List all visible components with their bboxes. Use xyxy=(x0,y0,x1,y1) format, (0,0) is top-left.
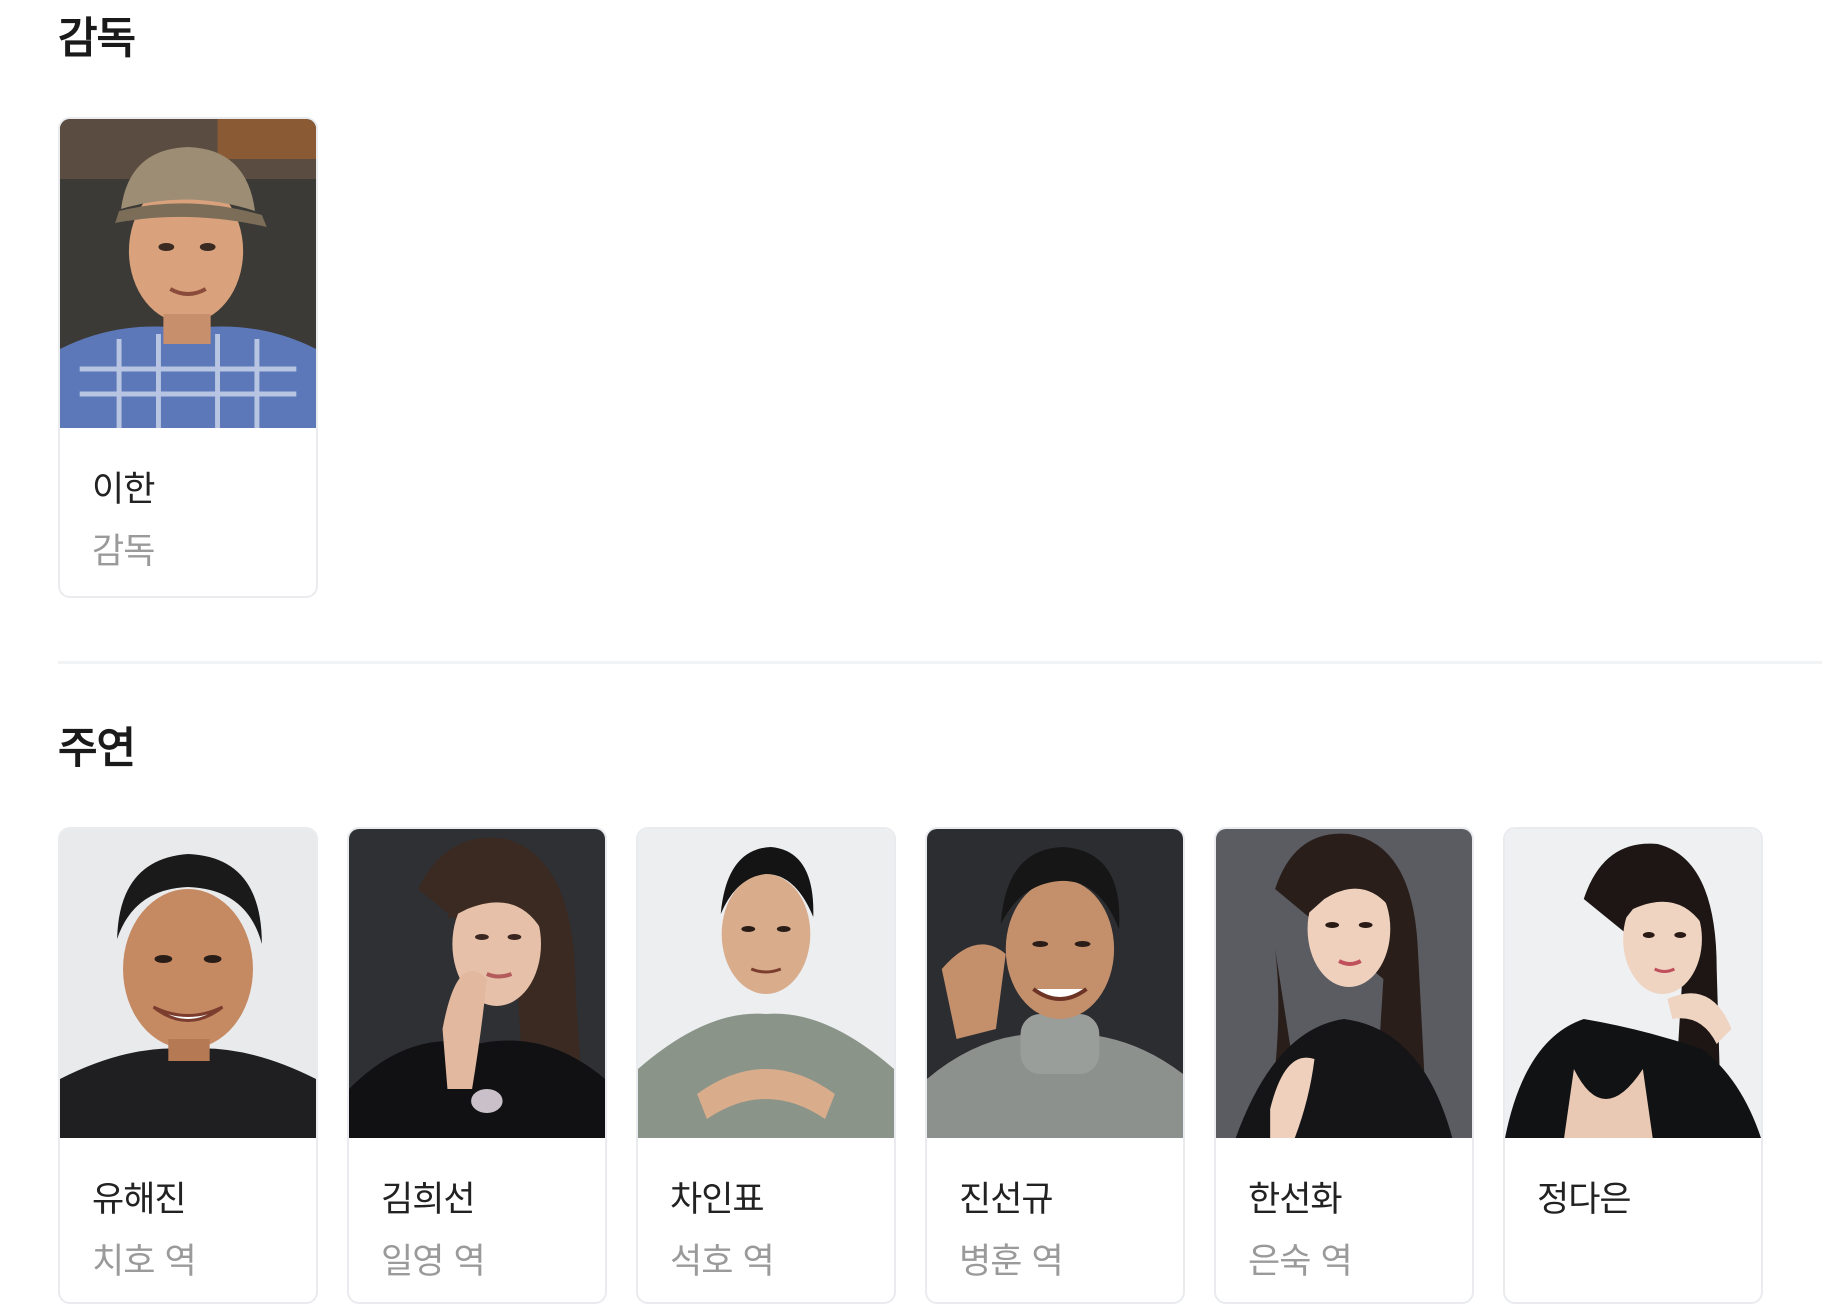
person-card-cast-3[interactable]: 차인표 석호 역 xyxy=(636,827,896,1304)
section-title-cast: 주연 xyxy=(58,724,136,774)
person-photo xyxy=(1505,829,1761,1138)
person-role: 감독 xyxy=(92,532,155,572)
person-name: 한선화 xyxy=(1248,1180,1343,1220)
person-photo xyxy=(1216,829,1472,1138)
person-role: 병훈 역 xyxy=(959,1242,1064,1282)
cast-section: 주연 xyxy=(58,724,136,774)
person-name: 정다은 xyxy=(1537,1180,1632,1220)
person-card-cast-6[interactable]: 정다은 xyxy=(1503,827,1763,1304)
person-photo xyxy=(927,829,1183,1138)
person-name: 이한 xyxy=(92,470,155,510)
person-card-cast-5[interactable]: 한선화 은숙 역 xyxy=(1214,827,1474,1304)
person-card-cast-2[interactable]: 김희선 일영 역 xyxy=(347,827,607,1304)
person-name: 차인표 xyxy=(670,1180,765,1220)
person-role: 석호 역 xyxy=(670,1242,775,1282)
person-photo xyxy=(638,829,894,1138)
person-role: 은숙 역 xyxy=(1248,1242,1353,1282)
director-section: 감독 xyxy=(58,14,136,64)
person-card-director[interactable]: 이한 감독 xyxy=(58,117,318,598)
person-name: 유해진 xyxy=(92,1180,187,1220)
person-role: 치호 역 xyxy=(92,1242,197,1282)
person-name: 김희선 xyxy=(381,1180,476,1220)
person-photo xyxy=(60,829,316,1138)
section-divider xyxy=(58,661,1822,664)
person-role: 일영 역 xyxy=(381,1242,486,1282)
person-photo xyxy=(60,119,316,428)
person-name: 진선규 xyxy=(959,1180,1054,1220)
section-title-director: 감독 xyxy=(58,14,136,64)
person-card-cast-4[interactable]: 진선규 병훈 역 xyxy=(925,827,1185,1304)
person-card-cast-1[interactable]: 유해진 치호 역 xyxy=(58,827,318,1304)
person-photo xyxy=(349,829,605,1138)
